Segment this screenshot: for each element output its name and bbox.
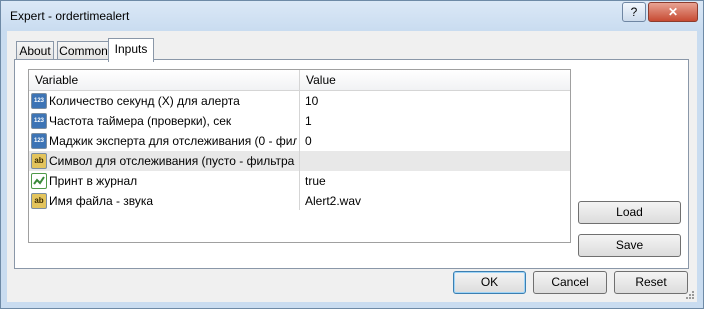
- grid-column-divider: [299, 90, 300, 210]
- numeric-input-icon: 123: [31, 113, 47, 129]
- load-button[interactable]: Load: [578, 201, 681, 224]
- dialog-client-area: About Common Inputs Variable Value 123 К…: [7, 31, 697, 302]
- expert-dialog-window: Expert - ordertimealert ? ✕ About Common…: [0, 0, 704, 309]
- close-button[interactable]: ✕: [648, 2, 698, 22]
- input-value[interactable]: 0: [305, 131, 312, 151]
- input-name: Принт в журнал: [49, 174, 138, 188]
- help-icon: ?: [630, 5, 638, 19]
- inputs-tab-panel: Variable Value 123 Количество секунд (X)…: [14, 59, 689, 269]
- ok-button[interactable]: OK: [453, 271, 526, 294]
- tab-inputs[interactable]: Inputs: [108, 38, 154, 62]
- input-name: Маджик эксперта для отслеживания (0 - фи…: [49, 134, 297, 148]
- numeric-input-icon: 123: [31, 133, 47, 149]
- input-value[interactable]: true: [305, 171, 326, 191]
- variable-column-header[interactable]: Variable: [29, 70, 297, 90]
- input-name: Символ для отслеживания (пусто - фильтра…: [49, 154, 297, 168]
- boolean-input-icon: [31, 173, 47, 189]
- tab-about[interactable]: About: [16, 41, 54, 61]
- close-icon: ✕: [667, 5, 679, 19]
- save-button[interactable]: Save: [578, 234, 681, 257]
- input-name: Имя файла - звука: [49, 194, 154, 208]
- string-input-icon: ab: [31, 193, 47, 209]
- input-name: Количество секунд (X) для алерта: [49, 94, 240, 108]
- numeric-input-icon: 123: [31, 93, 47, 109]
- title-bar[interactable]: Expert - ordertimealert ? ✕: [1, 1, 703, 31]
- grid-header: Variable Value: [29, 70, 570, 91]
- resize-grip-icon[interactable]: [685, 290, 695, 300]
- inputs-grid: Variable Value 123 Количество секунд (X)…: [28, 69, 571, 243]
- boolean-input-icon-glyph: [33, 176, 45, 185]
- input-value[interactable]: 1: [305, 111, 312, 131]
- tab-common[interactable]: Common: [57, 41, 110, 61]
- string-input-icon: ab: [31, 153, 47, 169]
- input-value[interactable]: Alert2.wav: [305, 191, 361, 211]
- reset-button[interactable]: Reset: [614, 271, 688, 294]
- cancel-button[interactable]: Cancel: [533, 271, 607, 294]
- help-button[interactable]: ?: [622, 2, 646, 22]
- value-column-header[interactable]: Value: [300, 70, 568, 90]
- input-name: Частота таймера (проверки), сек: [49, 114, 232, 128]
- input-value[interactable]: 10: [305, 91, 318, 111]
- window-title: Expert - ordertimealert: [10, 9, 130, 23]
